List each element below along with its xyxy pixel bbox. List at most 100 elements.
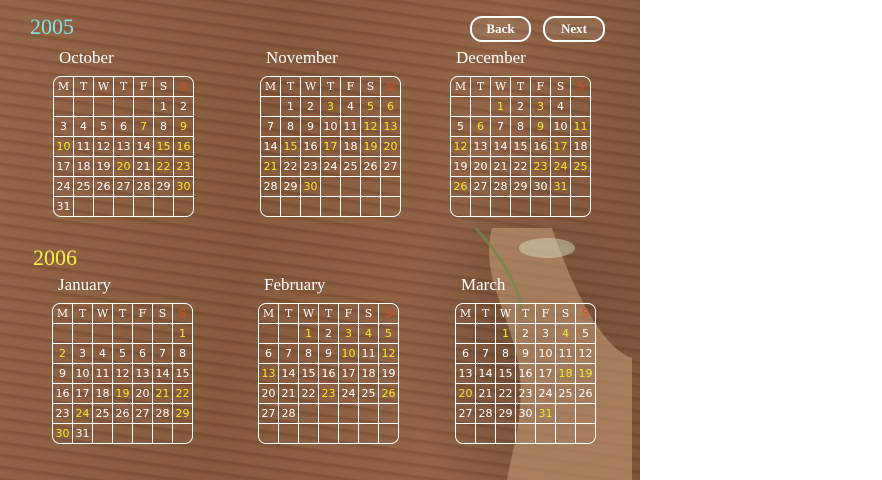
day-cell[interactable]: 10 [54, 137, 74, 157]
day-cell[interactable]: 19 [94, 157, 114, 177]
day-cell[interactable]: 15 [511, 137, 531, 157]
day-cell[interactable]: 3 [321, 97, 341, 117]
day-cell[interactable]: 7 [261, 117, 281, 137]
day-cell[interactable]: 28 [134, 177, 154, 197]
day-cell[interactable]: 11 [93, 364, 113, 384]
day-cell[interactable]: 14 [261, 137, 281, 157]
day-cell[interactable]: 17 [536, 364, 556, 384]
day-cell[interactable]: 25 [341, 157, 361, 177]
day-cell[interactable]: 15 [281, 137, 301, 157]
day-cell[interactable]: 1 [154, 97, 174, 117]
day-cell[interactable]: 26 [576, 384, 595, 404]
day-cell[interactable]: 20 [259, 384, 279, 404]
day-cell[interactable]: 13 [114, 137, 134, 157]
day-cell[interactable]: 9 [174, 117, 193, 137]
day-cell[interactable]: 19 [379, 364, 398, 384]
day-cell[interactable]: 4 [556, 324, 576, 344]
day-cell[interactable]: 31 [536, 404, 556, 424]
day-cell[interactable]: 23 [319, 384, 339, 404]
day-cell[interactable]: 13 [456, 364, 476, 384]
day-cell[interactable]: 14 [134, 137, 154, 157]
day-cell[interactable]: 16 [301, 137, 321, 157]
day-cell[interactable]: 11 [359, 344, 379, 364]
day-cell[interactable]: 13 [259, 364, 279, 384]
day-cell[interactable]: 9 [301, 117, 321, 137]
day-cell[interactable]: 8 [299, 344, 319, 364]
day-cell[interactable]: 24 [536, 384, 556, 404]
day-cell[interactable]: 11 [74, 137, 94, 157]
day-cell[interactable]: 27 [114, 177, 134, 197]
day-cell[interactable]: 18 [359, 364, 379, 384]
day-cell[interactable]: 25 [571, 157, 590, 177]
day-cell[interactable]: 16 [319, 364, 339, 384]
day-cell[interactable]: 9 [531, 117, 551, 137]
day-cell[interactable]: 10 [551, 117, 571, 137]
day-cell[interactable]: 16 [516, 364, 536, 384]
day-cell[interactable]: 2 [511, 97, 531, 117]
day-cell[interactable]: 4 [74, 117, 94, 137]
next-button[interactable]: Next [543, 16, 605, 42]
day-cell[interactable]: 26 [113, 404, 133, 424]
day-cell[interactable]: 2 [53, 344, 73, 364]
day-cell[interactable]: 13 [381, 117, 400, 137]
day-cell[interactable]: 28 [261, 177, 281, 197]
day-cell[interactable]: 12 [361, 117, 381, 137]
day-cell[interactable]: 8 [154, 117, 174, 137]
day-cell[interactable]: 29 [496, 404, 516, 424]
day-cell[interactable]: 31 [54, 197, 74, 216]
day-cell[interactable]: 28 [491, 177, 511, 197]
day-cell[interactable]: 3 [73, 344, 93, 364]
day-cell[interactable]: 26 [451, 177, 471, 197]
day-cell[interactable]: 6 [381, 97, 400, 117]
day-cell[interactable]: 3 [339, 324, 359, 344]
day-cell[interactable]: 14 [491, 137, 511, 157]
day-cell[interactable]: 23 [174, 157, 193, 177]
day-cell[interactable]: 9 [53, 364, 73, 384]
day-cell[interactable]: 13 [133, 364, 153, 384]
day-cell[interactable]: 19 [113, 384, 133, 404]
day-cell[interactable]: 15 [299, 364, 319, 384]
day-cell[interactable]: 10 [339, 344, 359, 364]
day-cell[interactable]: 13 [471, 137, 491, 157]
day-cell[interactable]: 14 [279, 364, 299, 384]
day-cell[interactable]: 7 [491, 117, 511, 137]
day-cell[interactable]: 23 [516, 384, 536, 404]
day-cell[interactable]: 21 [476, 384, 496, 404]
day-cell[interactable]: 21 [261, 157, 281, 177]
day-cell[interactable]: 17 [551, 137, 571, 157]
day-cell[interactable]: 11 [341, 117, 361, 137]
day-cell[interactable]: 17 [321, 137, 341, 157]
day-cell[interactable]: 24 [551, 157, 571, 177]
day-cell[interactable]: 9 [319, 344, 339, 364]
day-cell[interactable]: 4 [551, 97, 571, 117]
day-cell[interactable]: 19 [576, 364, 595, 384]
day-cell[interactable]: 22 [281, 157, 301, 177]
day-cell[interactable]: 4 [93, 344, 113, 364]
day-cell[interactable]: 31 [73, 424, 93, 443]
day-cell[interactable]: 26 [94, 177, 114, 197]
day-cell[interactable]: 14 [153, 364, 173, 384]
day-cell[interactable]: 23 [301, 157, 321, 177]
day-cell[interactable]: 14 [476, 364, 496, 384]
day-cell[interactable]: 18 [93, 384, 113, 404]
day-cell[interactable]: 6 [456, 344, 476, 364]
day-cell[interactable]: 5 [361, 97, 381, 117]
day-cell[interactable]: 12 [113, 364, 133, 384]
day-cell[interactable]: 8 [511, 117, 531, 137]
day-cell[interactable]: 15 [496, 364, 516, 384]
day-cell[interactable]: 8 [173, 344, 192, 364]
day-cell[interactable]: 3 [536, 324, 556, 344]
day-cell[interactable]: 18 [341, 137, 361, 157]
day-cell[interactable]: 1 [281, 97, 301, 117]
day-cell[interactable]: 21 [134, 157, 154, 177]
day-cell[interactable]: 20 [471, 157, 491, 177]
day-cell[interactable]: 25 [93, 404, 113, 424]
day-cell[interactable]: 1 [173, 324, 192, 344]
day-cell[interactable]: 20 [381, 137, 400, 157]
day-cell[interactable]: 4 [341, 97, 361, 117]
day-cell[interactable]: 9 [516, 344, 536, 364]
day-cell[interactable]: 7 [134, 117, 154, 137]
day-cell[interactable]: 20 [133, 384, 153, 404]
day-cell[interactable]: 2 [174, 97, 193, 117]
day-cell[interactable]: 11 [556, 344, 576, 364]
